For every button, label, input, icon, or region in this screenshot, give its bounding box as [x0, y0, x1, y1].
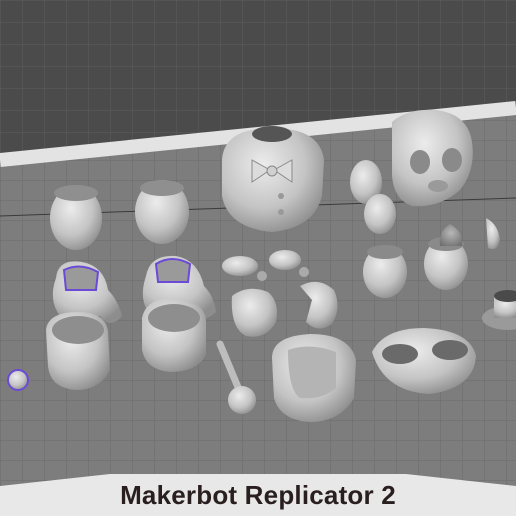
3d-scene[interactable]	[0, 0, 516, 516]
torso-back-right[interactable]	[142, 298, 206, 372]
small-shell-a[interactable]	[364, 194, 396, 234]
hip-right[interactable]	[135, 180, 189, 244]
hand-open[interactable]	[231, 288, 277, 337]
torso-back-left[interactable]	[46, 312, 110, 390]
hip-left[interactable]	[50, 185, 102, 250]
small-sphere[interactable]	[7, 369, 29, 391]
printer-name-label: Makerbot Replicator 2	[120, 480, 396, 510]
build-plate-viewport[interactable]: Makerbot Replicator 2	[0, 0, 516, 516]
jaw[interactable]	[272, 334, 356, 422]
chest-bowtie[interactable]	[222, 126, 324, 232]
small-shell-b[interactable]	[363, 245, 407, 298]
